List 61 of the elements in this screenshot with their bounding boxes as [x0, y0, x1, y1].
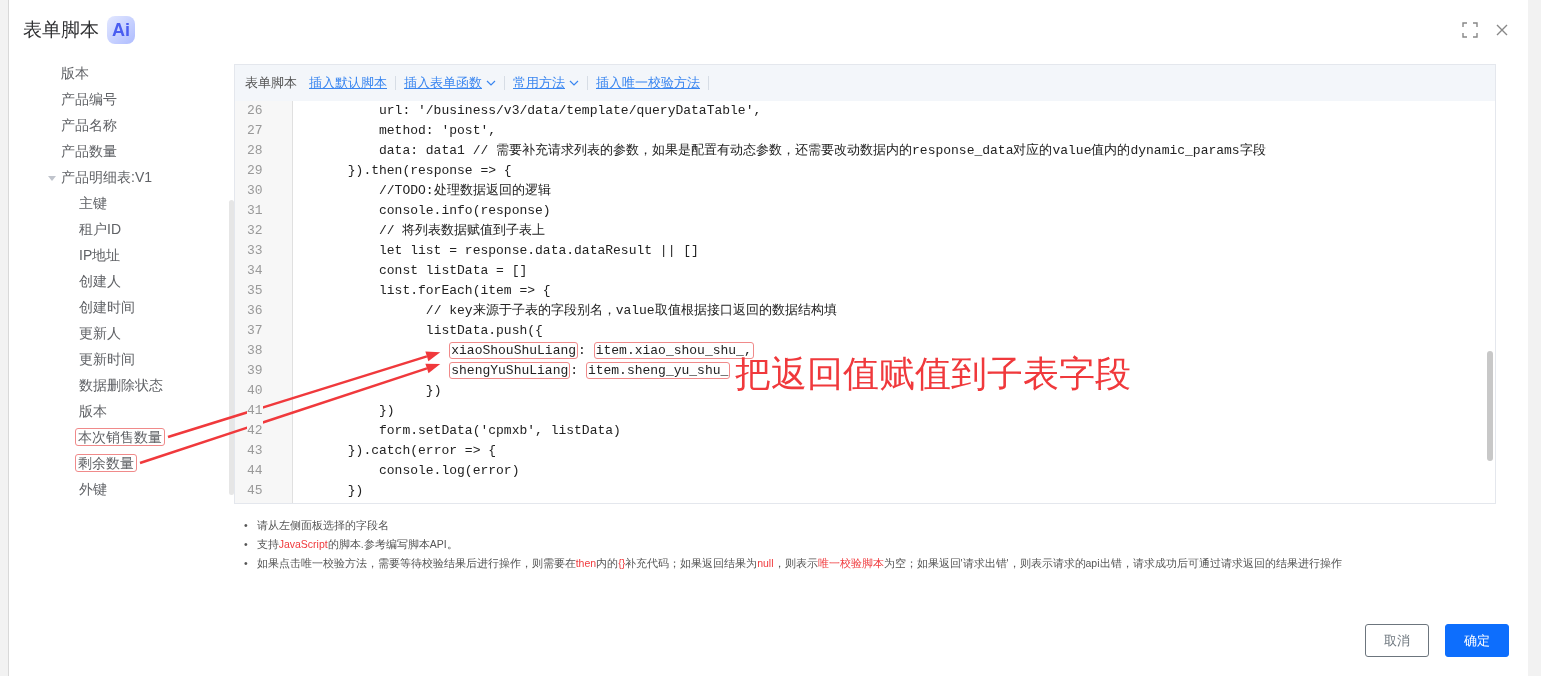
tree-item[interactable]: 产品编号: [61, 91, 117, 107]
code-text: shengYuShuLiang: [449, 362, 571, 379]
code-text: }): [379, 403, 395, 418]
confirm-button[interactable]: 确定: [1445, 623, 1509, 657]
code-text: //TODO:处理数据返回的逻辑: [379, 183, 551, 198]
tree-item[interactable]: 产品数量: [61, 143, 117, 159]
tree-item[interactable]: 租户ID: [79, 221, 121, 237]
code-text: xiaoShouShuLiang: [449, 342, 579, 359]
code-text: }): [347, 483, 364, 498]
code-text: let list = response.data.dataResult || []: [379, 243, 699, 258]
bullet: •: [244, 537, 248, 551]
code-text: form.setData('cpmxb', listData): [379, 423, 621, 438]
code-text: :: [578, 343, 587, 358]
note-text: 如果点击唯一校验方法，需要等待校验结果后进行操作，则需要在then内的{}补充代码；如果返回结果为null，则表示唯一校验脚本为空；如果返回'请求出错'，则表示请求的api出错，请求成功后可通过请求返回的结果进行操作: [256, 556, 1342, 570]
code-text: item.sheng_yu_shu_: [585, 362, 731, 379]
tree-item[interactable]: 主键: [79, 195, 107, 211]
code-text: }).then(response => {: [347, 163, 512, 178]
tree-item[interactable]: 产品明细表:V1: [61, 169, 152, 185]
code-text: list.forEach(item => {: [379, 283, 551, 298]
tree-item[interactable]: 数据删除状态: [79, 377, 163, 393]
fullscreen-icon[interactable]: [1462, 22, 1478, 38]
tree-item[interactable]: 创建人: [79, 273, 121, 289]
cancel-button[interactable]: 取消: [1365, 623, 1429, 657]
code-text: :: [570, 363, 580, 378]
tree-item[interactable]: IP地址: [79, 247, 121, 263]
code-text: url: '/business/v3/data/template/queryDataTable',: [379, 103, 762, 118]
toolbar-title: 表单脚本: [245, 74, 297, 93]
close-icon[interactable]: [1494, 22, 1510, 38]
tree-item[interactable]: 创建时间: [79, 299, 135, 315]
bullet: •: [244, 556, 248, 570]
note-text: 请从左侧面板选择的字段名: [256, 518, 389, 532]
code-text: const listData = []: [379, 263, 528, 278]
note-text: 支持JavaScript的脚本.参考编写脚本API。: [256, 537, 458, 551]
scrollbar[interactable]: [1487, 351, 1493, 461]
dialog-title: 表单脚本: [23, 17, 99, 42]
toolbar-link[interactable]: 插入默认脚本: [309, 73, 387, 93]
tree-item[interactable]: 版本: [61, 65, 89, 81]
tree-item[interactable]: 本次销售数量: [75, 428, 165, 446]
toolbar-link[interactable]: 插入唯一校验方法: [596, 73, 700, 93]
tree-item[interactable]: 产品名称: [61, 117, 117, 133]
ai-badge: Ai: [107, 16, 135, 44]
tree-item[interactable]: 版本: [79, 403, 107, 419]
code-text: // 将列表数据赋值到子表上: [379, 223, 546, 238]
tree-item[interactable]: 更新人: [79, 325, 121, 341]
code-text: }): [425, 383, 442, 398]
toolbar-dropdown[interactable]: 插入表单函数: [404, 73, 496, 93]
code-text: console.log(error): [379, 463, 520, 478]
bullet: •: [244, 518, 248, 532]
tree-item[interactable]: 剩余数量: [75, 454, 137, 472]
code-text: // key来源于子表的字段别名，value取值根据接口返回的数据结构填: [425, 303, 837, 318]
code-text: console.info(response): [379, 203, 551, 218]
code-text: listData.push({: [425, 323, 543, 338]
code-text: }).catch(error => {: [347, 443, 497, 458]
tree-item[interactable]: 外键: [79, 481, 107, 497]
tree-item[interactable]: 更新时间: [79, 351, 135, 367]
chevron-down-icon: [486, 78, 496, 88]
scrollbar[interactable]: [229, 200, 234, 495]
toolbar-dropdown[interactable]: 常用方法: [513, 73, 579, 93]
chevron-down-icon: [569, 78, 579, 88]
code-text: data: data1 // 需要补充请求列表的参数，如果是配置有动态参数，还需要改动数据内的response_data对应的value值内的dynamic_params字段: [379, 143, 1266, 158]
code-text: method: 'post',: [379, 123, 497, 138]
